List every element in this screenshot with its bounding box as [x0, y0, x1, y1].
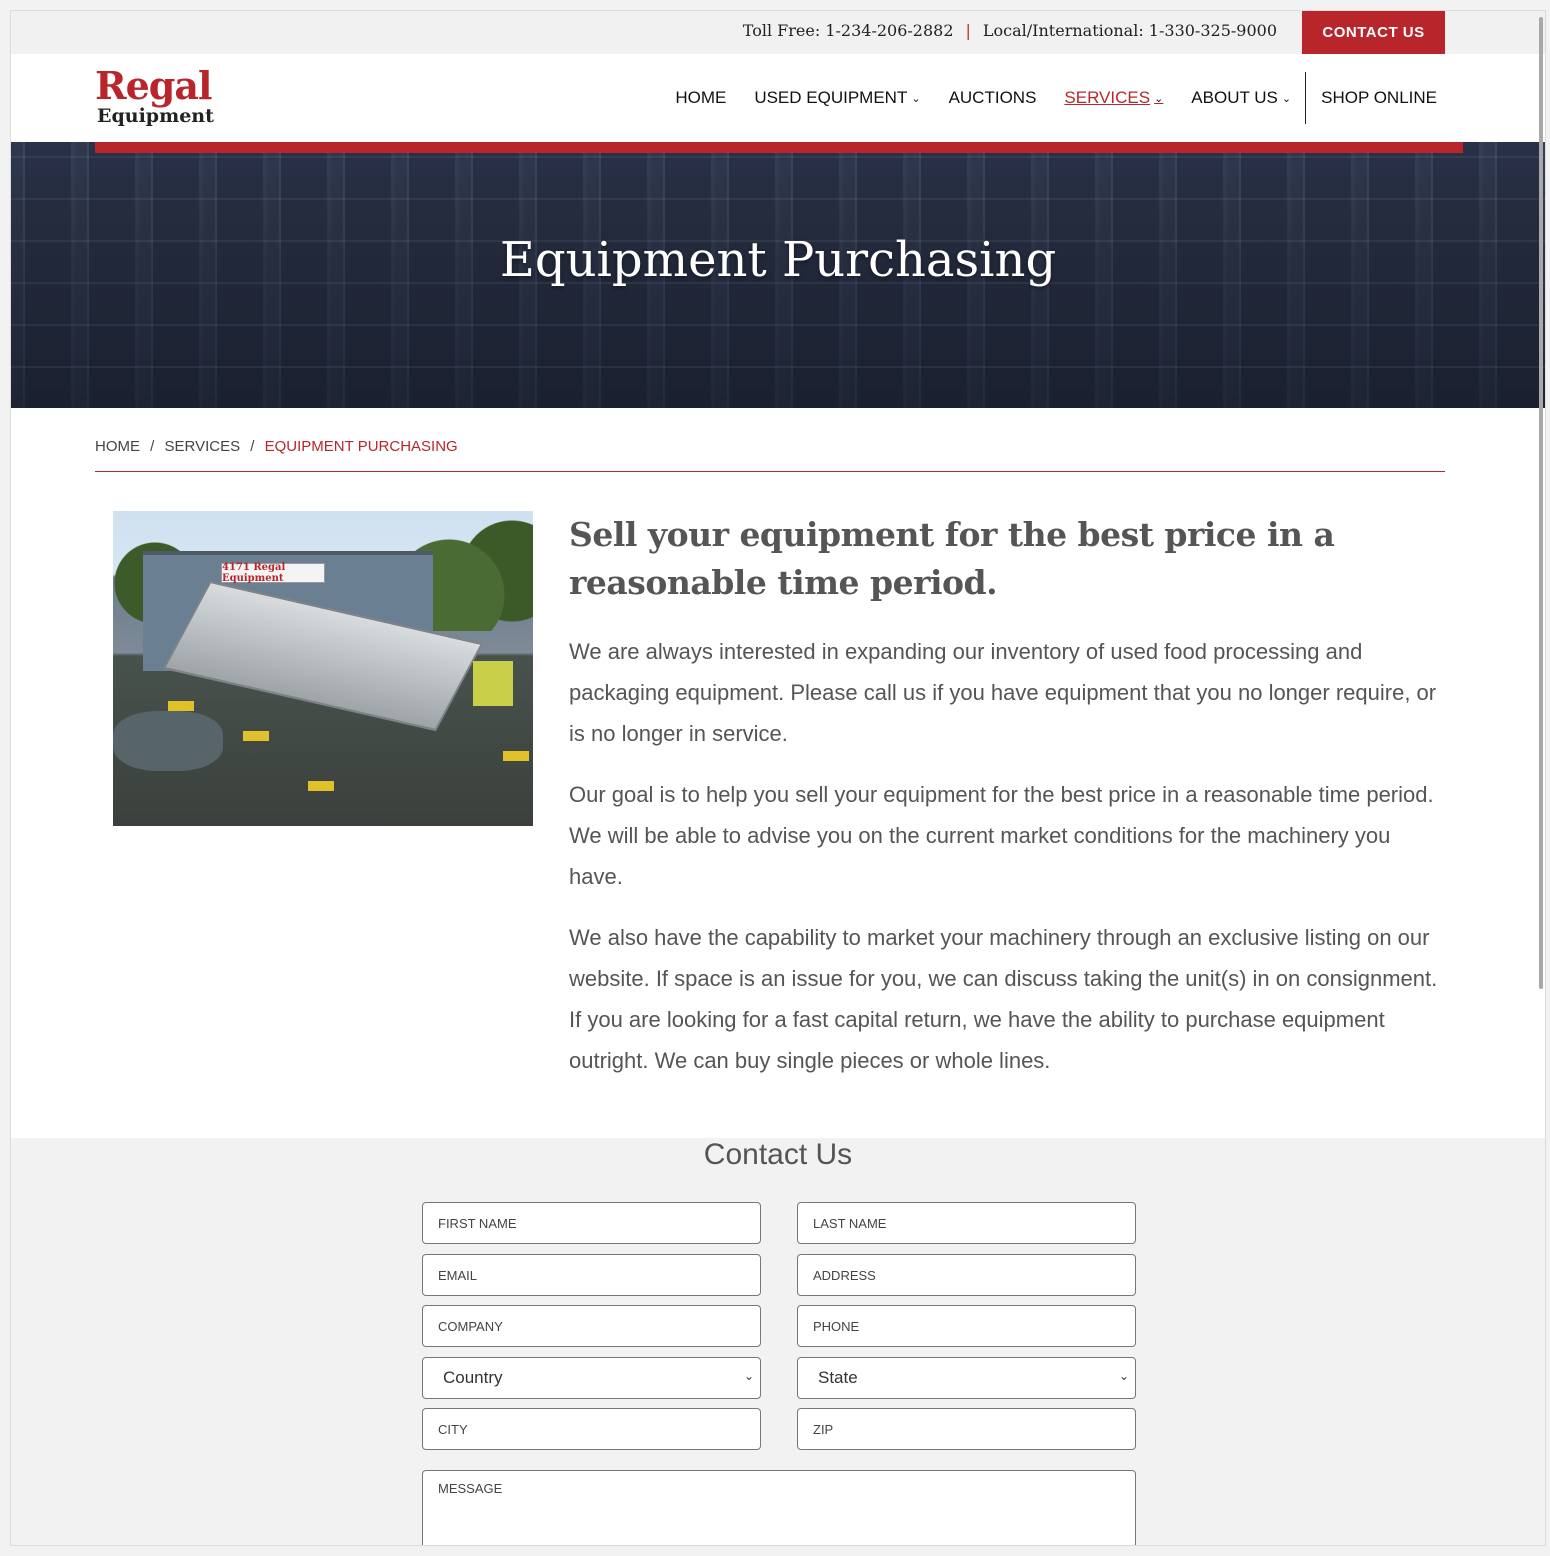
content-heading: Sell your equipment for the best price i… — [569, 515, 1335, 602]
site-header: Regal Equipment HOME USED EQUIPMENT ⌄ AUC… — [11, 54, 1545, 142]
breadcrumb-separator: / — [150, 438, 155, 455]
state-select-value: State — [818, 1368, 858, 1387]
zip-field[interactable]: ZIP — [797, 1408, 1136, 1450]
nav-home[interactable]: HOME — [675, 88, 726, 108]
breadcrumb-home[interactable]: HOME — [95, 438, 140, 455]
photo-puddle — [113, 711, 223, 771]
contact-title: Contact Us — [703, 1138, 853, 1171]
chevron-down-icon: ⌄ — [1154, 92, 1164, 105]
content-paragraph: We also have the capability to market yo… — [569, 925, 1438, 1073]
browser-viewport: Toll Free: 1-234-206-2882 | Local/Internat… — [10, 10, 1546, 1546]
nav-shop-online[interactable]: SHOP ONLINE — [1321, 88, 1437, 108]
first-name-field[interactable]: FIRST NAME — [422, 1202, 761, 1244]
nav-shop-online-label: SHOP ONLINE — [1321, 88, 1437, 107]
nav-services[interactable]: SERVICES ⌄ — [1064, 88, 1163, 108]
nav-about-us[interactable]: ABOUT US ⌄ — [1191, 88, 1291, 108]
photo-dolly — [243, 731, 269, 741]
photo-dolly — [308, 781, 334, 791]
toll-free-number[interactable]: Toll Free: 1-234-206-2882 — [743, 21, 954, 40]
nav-used-equipment-label: USED EQUIPMENT — [754, 88, 908, 107]
email-field[interactable]: EMAIL — [422, 1254, 761, 1296]
equipment-photo: 4171 Regal Equipment — [113, 511, 533, 826]
contact-us-button[interactable]: CONTACT US — [1302, 11, 1445, 54]
hero-accent-bar — [95, 142, 1463, 153]
content-paragraph: We are always interested in expanding ou… — [569, 639, 1437, 746]
breadcrumb-current: EQUIPMENT PURCHASING — [264, 438, 458, 455]
logo-line-2: Equipment — [97, 105, 214, 127]
state-select[interactable]: State ⌄ — [797, 1357, 1136, 1399]
breadcrumb-separator: / — [250, 438, 255, 455]
chevron-down-icon: ⌄ — [1118, 1369, 1129, 1383]
photo-building-sign: 4171 Regal Equipment — [221, 562, 325, 584]
country-select-value: Country — [443, 1368, 503, 1387]
page-title: Equipment Purchasing — [499, 232, 1057, 288]
company-field[interactable]: COMPANY — [422, 1305, 761, 1347]
phone-separator: | — [965, 21, 971, 40]
regal-equipment-logo[interactable]: Regal Equipment — [95, 63, 235, 127]
last-name-field[interactable]: LAST NAME — [797, 1202, 1136, 1244]
top-bar: Toll Free: 1-234-206-2882 | Local/Internat… — [11, 11, 1545, 54]
nav-divider — [1305, 72, 1307, 124]
phone-numbers: Toll Free: 1-234-206-2882 | Local/Internat… — [743, 21, 1277, 40]
hero-banner: Equipment Purchasing — [11, 142, 1545, 408]
country-select[interactable]: Country ⌄ — [422, 1357, 761, 1399]
breadcrumb-services[interactable]: SERVICES — [165, 438, 241, 455]
content-paragraph: Our goal is to help you sell your equipm… — [569, 782, 1434, 889]
photo-dolly — [168, 701, 194, 711]
phone-field[interactable]: PHONE — [797, 1305, 1136, 1347]
city-field[interactable]: CITY — [422, 1408, 761, 1450]
nav-auctions-label: AUCTIONS — [948, 88, 1037, 107]
nav-used-equipment[interactable]: USED EQUIPMENT ⌄ — [754, 88, 920, 108]
nav-auctions[interactable]: AUCTIONS — [949, 88, 1037, 108]
logo-line-1: Regal — [95, 63, 212, 108]
nav-about-us-label: ABOUT US — [1191, 88, 1278, 107]
chevron-down-icon: ⌄ — [743, 1369, 754, 1383]
breadcrumb-divider — [95, 471, 1445, 472]
breadcrumb: HOME / SERVICES / EQUIPMENT PURCHASING — [95, 438, 464, 455]
address-field[interactable]: ADDRESS — [797, 1254, 1136, 1296]
photo-forklift — [473, 661, 513, 706]
message-field[interactable]: MESSAGE — [422, 1470, 1136, 1545]
chevron-down-icon: ⌄ — [1281, 92, 1292, 105]
nav-services-label: SERVICES — [1064, 88, 1151, 107]
page-scrollbar[interactable] — [1539, 17, 1543, 989]
chevron-down-icon: ⌄ — [911, 92, 921, 105]
contact-section: Contact Us FIRST NAME LAST NAME EMAIL AD… — [11, 1138, 1545, 1545]
photo-dolly — [503, 751, 529, 761]
local-number[interactable]: Local/International: 1-330-325-9000 — [983, 21, 1277, 40]
main-nav: HOME USED EQUIPMENT ⌄ AUCTIONS SERVICES ⌄ … — [647, 54, 1437, 142]
main-content: Sell your equipment for the best price i… — [569, 511, 1449, 1101]
nav-home-label: HOME — [675, 88, 727, 107]
